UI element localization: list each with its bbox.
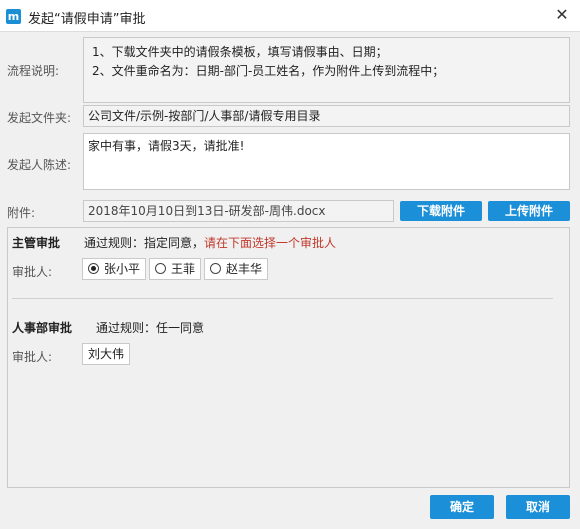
section-divider	[12, 298, 553, 299]
supervisor-approver-label: 审批人:	[12, 265, 53, 279]
title-bar: m 发起“请假申请”审批 ✕	[0, 0, 580, 32]
desc-label: 发起人陈述:	[7, 158, 72, 172]
flow-line-2: 2、文件重命名为：日期-部门-员工姓名，作为附件上传到流程中；	[92, 64, 445, 78]
upload-attachment-button[interactable]: 上传附件	[488, 201, 570, 221]
hr-rule: 通过规则：任一同意	[96, 321, 205, 335]
supervisor-rule-text: 通过规则：指定同意，	[84, 236, 205, 250]
cancel-button[interactable]: 取消	[506, 495, 570, 519]
flow-label: 流程说明:	[7, 64, 60, 78]
supervisor-rule: 通过规则：指定同意，请在下面选择一个审批人	[84, 234, 336, 251]
download-attachment-button[interactable]: 下载附件	[400, 201, 482, 221]
approver-option-label: 张小平	[104, 262, 141, 276]
approver-option-wangfei[interactable]: 王菲	[149, 258, 202, 280]
approver-option-label: 赵丰华	[226, 262, 263, 276]
close-icon[interactable]: ✕	[554, 6, 570, 24]
attachment-label: 附件:	[7, 206, 36, 220]
app-logo: m	[6, 9, 21, 24]
attachment-field: 2018年10月10日到13日-研发部-周伟.docx	[83, 200, 394, 222]
hr-approval-title: 人事部审批	[12, 321, 73, 335]
hr-approver-label: 审批人:	[12, 350, 53, 364]
approval-panel: 主管审批 通过规则：指定同意，请在下面选择一个审批人 审批人: 张小平 王菲 赵…	[7, 227, 570, 488]
folder-label: 发起文件夹:	[7, 111, 72, 125]
flow-line-1: 1、下载文件夹中的请假条模板，填写请假事由、日期；	[92, 45, 388, 59]
description-textarea[interactable]: 家中有事，请假3天，请批准!	[83, 133, 570, 190]
radio-unselected-icon	[155, 263, 166, 274]
flow-description: 1、下载文件夹中的请假条模板，填写请假事由、日期； 2、文件重命名为：日期-部门…	[83, 37, 570, 103]
approver-option-zhaofenghua[interactable]: 赵丰华	[204, 258, 269, 280]
supervisor-rule-hint: 请在下面选择一个审批人	[204, 236, 337, 250]
folder-field: 公司文件/示例-按部门/人事部/请假专用目录	[83, 105, 570, 127]
dialog-title: 发起“请假申请”审批	[28, 12, 146, 27]
radio-selected-icon	[88, 263, 99, 274]
approver-option-zhangxiaoping[interactable]: 张小平	[82, 258, 147, 280]
supervisor-approval-title: 主管审批	[12, 236, 61, 250]
approver-option-label: 王菲	[171, 262, 196, 276]
confirm-button[interactable]: 确定	[430, 495, 494, 519]
hr-approver-liudawei: 刘大伟	[82, 343, 131, 365]
radio-unselected-icon	[210, 263, 221, 274]
